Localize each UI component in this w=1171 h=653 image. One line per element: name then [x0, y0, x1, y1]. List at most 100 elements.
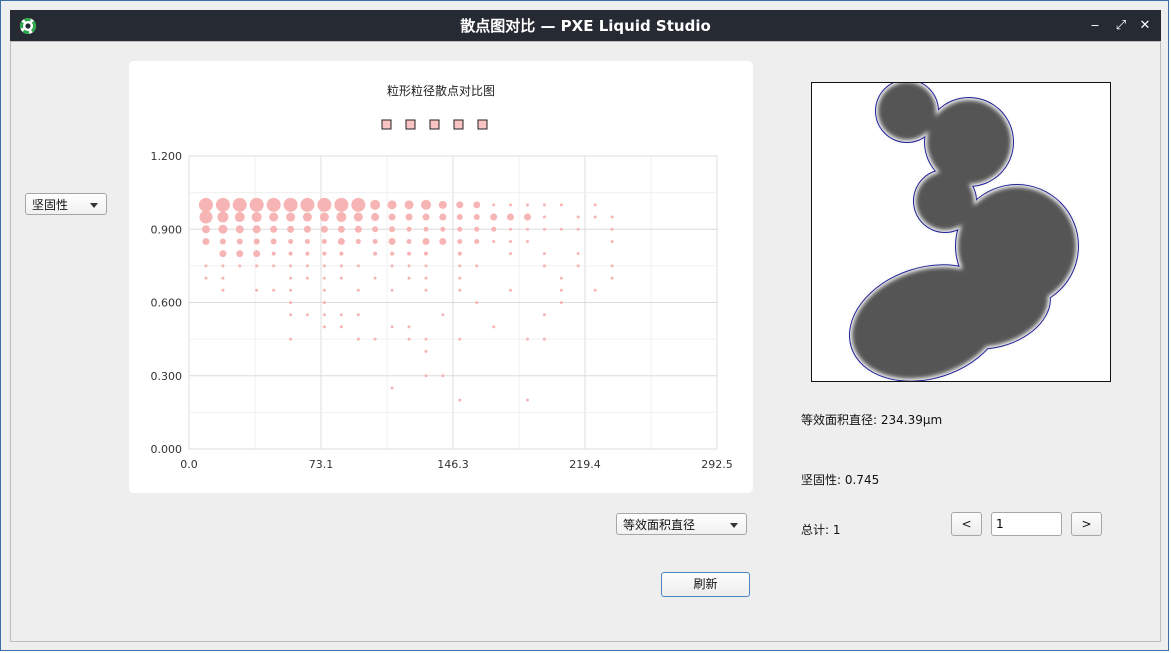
- data-point: [458, 276, 462, 280]
- data-point: [508, 227, 512, 231]
- x-metric-select[interactable]: 等效面积直径: [616, 513, 747, 535]
- prev-page-button[interactable]: <: [951, 512, 982, 536]
- data-point: [356, 337, 360, 341]
- data-point: [373, 251, 378, 256]
- next-page-button[interactable]: >: [1071, 512, 1102, 536]
- data-point: [406, 226, 412, 232]
- data-point: [300, 197, 315, 212]
- data-point: [288, 251, 293, 256]
- data-point: [322, 251, 327, 256]
- data-point: [439, 213, 447, 221]
- data-point: [322, 313, 326, 317]
- scatter-chart: 粒形粒径散点对比图 0.0 73.1 146.3 219.4 292.5 0.000 0.3…: [129, 61, 753, 493]
- data-point: [253, 238, 260, 245]
- data-point: [289, 301, 293, 304]
- data-point: [559, 288, 563, 292]
- data-point: [525, 227, 529, 231]
- y-tick-label: 0.600: [151, 297, 183, 310]
- data-point: [272, 264, 276, 268]
- data-point: [355, 238, 361, 244]
- data-point: [542, 227, 546, 231]
- y-tick-label: 0.900: [151, 223, 183, 236]
- data-point: [218, 224, 228, 234]
- data-point: [221, 264, 225, 268]
- data-point: [232, 197, 247, 212]
- data-point: [559, 301, 563, 304]
- data-point: [559, 276, 563, 280]
- data-point: [542, 215, 546, 219]
- data-point: [253, 250, 261, 258]
- data-point: [319, 212, 329, 222]
- data-point: [525, 337, 529, 341]
- data-point: [199, 210, 213, 224]
- data-point: [221, 276, 225, 280]
- data-point: [271, 251, 276, 256]
- data-point: [201, 225, 210, 234]
- restore-icon[interactable]: ⤢: [1111, 16, 1131, 36]
- data-point: [457, 251, 462, 256]
- data-point: [439, 237, 447, 245]
- data-point: [288, 238, 294, 244]
- refresh-button[interactable]: 刷新: [661, 572, 750, 597]
- data-point: [542, 252, 546, 256]
- app-window: 散点图对比 — PXE Liquid Studio ‒ ⤢ ✕ 坚固性 粒形粒径…: [0, 0, 1169, 651]
- data-point: [322, 264, 326, 268]
- legend-marker: [477, 119, 488, 130]
- data-point: [475, 301, 479, 304]
- data-point: [474, 226, 480, 232]
- data-point: [388, 237, 396, 245]
- data-point: [473, 201, 481, 209]
- data-point: [356, 313, 360, 317]
- legend-marker: [453, 119, 464, 130]
- data-point: [424, 264, 428, 268]
- data-point: [322, 301, 326, 304]
- data-point: [407, 276, 411, 280]
- data-point: [407, 264, 411, 268]
- data-point: [576, 264, 580, 268]
- data-point: [457, 238, 463, 244]
- y-metric-select[interactable]: 坚固性: [25, 193, 107, 215]
- data-point: [339, 264, 343, 268]
- data-point: [390, 288, 394, 292]
- data-point: [339, 276, 343, 280]
- data-point: [475, 264, 479, 268]
- minimize-icon[interactable]: ‒: [1085, 16, 1105, 36]
- data-point: [407, 325, 411, 329]
- data-point: [373, 337, 377, 341]
- data-point: [373, 276, 377, 280]
- data-point: [441, 374, 445, 378]
- data-point: [390, 264, 394, 268]
- data-point: [320, 225, 328, 233]
- x-tick-label: 0.0: [180, 458, 198, 471]
- data-point: [289, 264, 293, 268]
- data-point: [270, 225, 278, 233]
- data-point: [492, 325, 496, 329]
- data-point: [387, 200, 397, 210]
- data-point: [305, 264, 309, 268]
- data-point: [508, 288, 512, 292]
- data-point: [388, 213, 396, 221]
- data-point: [266, 197, 281, 212]
- data-point: [356, 288, 360, 292]
- data-point: [610, 276, 614, 280]
- data-point: [424, 251, 429, 256]
- page-number-input[interactable]: [991, 512, 1062, 536]
- data-point: [289, 276, 293, 280]
- x-tick-label: 146.3: [437, 458, 469, 471]
- data-point: [610, 227, 614, 231]
- data-point: [525, 239, 529, 243]
- particle-silhouette: [848, 83, 1079, 381]
- data-point: [353, 212, 363, 222]
- data-point: [456, 214, 463, 221]
- data-point: [559, 227, 563, 231]
- data-point: [272, 288, 276, 292]
- particle-image: [811, 82, 1111, 382]
- y-tick-label: 1.200: [151, 150, 183, 163]
- close-icon[interactable]: ✕: [1135, 16, 1155, 36]
- data-point: [305, 276, 309, 280]
- data-point: [405, 213, 413, 221]
- y-metric-value: 坚固性: [32, 198, 69, 212]
- data-point: [610, 264, 614, 268]
- data-point: [576, 252, 580, 256]
- data-point: [371, 213, 380, 222]
